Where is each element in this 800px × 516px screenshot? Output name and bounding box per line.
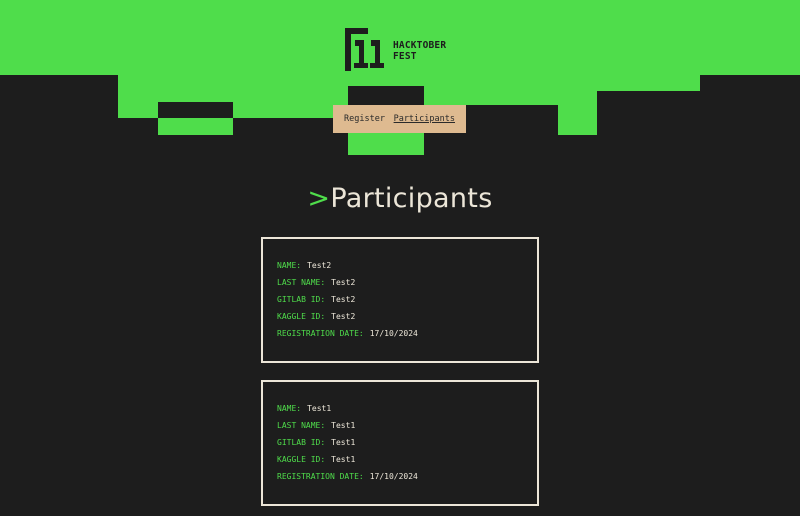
kaggle-id-value: Test2 <box>331 312 356 321</box>
participant-last-name-row: LAST NAME: Test1 <box>277 417 537 434</box>
participant-last-name-row: LAST NAME: Test2 <box>277 274 537 291</box>
last-name-value: Test2 <box>331 278 356 287</box>
gitlab-id-label: GITLAB ID: <box>277 438 326 447</box>
registration-date-value: 17/10/2024 <box>369 329 418 338</box>
kaggle-id-label: KAGGLE ID: <box>277 455 326 464</box>
participant-card: NAME: Test1 LAST NAME: Test1 GITLAB ID: … <box>261 380 539 506</box>
logo-wordmark: HACKTOBER FEST <box>393 40 446 62</box>
participant-kaggle-row: KAGGLE ID: Test2 <box>277 308 537 325</box>
registration-date-value: 17/10/2024 <box>369 472 418 481</box>
gitlab-id-value: Test2 <box>331 295 356 304</box>
participant-name-row: NAME: Test2 <box>277 257 537 274</box>
participant-card: NAME: Test2 LAST NAME: Test2 GITLAB ID: … <box>261 237 539 363</box>
logo-line-1: HACKTOBER <box>393 40 447 51</box>
nav-link-register[interactable]: Register <box>344 114 385 124</box>
registration-date-label: REGISTRATION DATE: <box>277 329 364 338</box>
participant-kaggle-row: KAGGLE ID: Test1 <box>277 451 537 468</box>
gitlab-id-value: Test1 <box>331 438 356 447</box>
title-text: Participants <box>330 183 493 214</box>
last-name-label: LAST NAME: <box>277 421 326 430</box>
last-name-label: LAST NAME: <box>277 278 326 287</box>
participant-name-row: NAME: Test1 <box>277 400 537 417</box>
title-caret: > <box>307 183 331 214</box>
gitlab-id-label: GITLAB ID: <box>277 295 326 304</box>
name-value: Test1 <box>307 404 332 413</box>
registration-date-label: REGISTRATION DATE: <box>277 472 364 481</box>
participant-date-row: REGISTRATION DATE: 17/10/2024 <box>277 468 537 485</box>
participant-gitlab-row: GITLAB ID: Test2 <box>277 291 537 308</box>
kaggle-id-label: KAGGLE ID: <box>277 312 326 321</box>
kaggle-id-value: Test1 <box>331 455 356 464</box>
last-name-value: Test1 <box>331 421 356 430</box>
nav-link-participants[interactable]: Participants <box>394 114 455 124</box>
main-nav: Register Participants <box>333 105 466 133</box>
logo-line-2: FEST <box>393 51 417 62</box>
page-title: >Participants <box>0 183 800 214</box>
participant-date-row: REGISTRATION DATE: 17/10/2024 <box>277 325 537 342</box>
name-value: Test2 <box>307 261 332 270</box>
name-label: NAME: <box>277 261 302 270</box>
name-label: NAME: <box>277 404 302 413</box>
participant-gitlab-row: GITLAB ID: Test1 <box>277 434 537 451</box>
